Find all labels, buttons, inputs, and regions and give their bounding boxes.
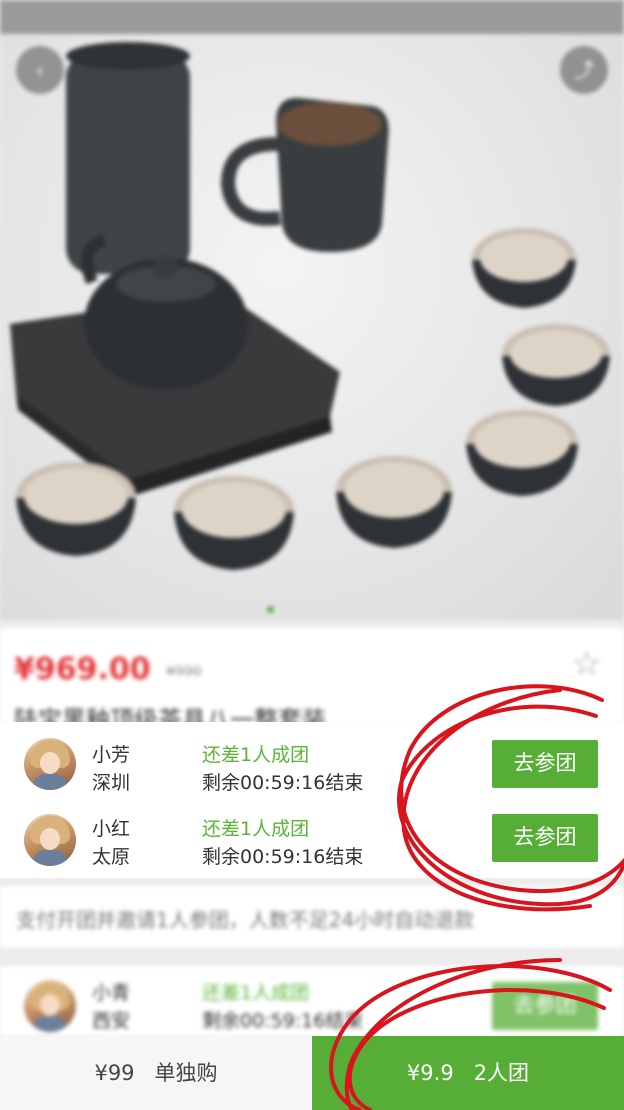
- avatar: [24, 738, 76, 790]
- notice-text: 支付开团并邀请1人参团，人数不足24小时自动退款: [16, 908, 475, 932]
- avatar: [24, 980, 76, 1032]
- user-city: 西安: [92, 1010, 131, 1032]
- single-label: 单独购: [154, 1061, 218, 1085]
- partial-group-row: 小青 西安 还差1人成团 剩余00:59:16结束 去参团: [0, 966, 624, 1036]
- need-count: 还差1人成团: [202, 982, 310, 1004]
- group-price: ¥9.9: [406, 1061, 454, 1085]
- status-bar: [0, 0, 624, 34]
- back-icon[interactable]: ‹: [16, 46, 64, 94]
- buy-group-button[interactable]: ¥9.9 2人团: [312, 1036, 624, 1110]
- carousel-dot-active: [267, 606, 274, 613]
- star-icon[interactable]: ☆: [572, 644, 602, 684]
- background-page: ‹ ⤴ ¥969.00 ¥990 ☆ 陆宝黑釉顶级茶具八一整套装 支付开团并邀请…: [0, 0, 624, 1110]
- original-price: ¥990: [166, 664, 202, 680]
- join-group-button[interactable]: 去参团: [492, 982, 598, 1030]
- group-label: 2人团: [473, 1061, 530, 1085]
- remaining-time: 剩余00:59:16结束: [202, 772, 364, 794]
- remaining-time: 剩余00:59:16结束: [202, 846, 364, 868]
- group-row: 小红 太原 还差1人成团 剩余00:59:16结束 去参团: [0, 802, 624, 878]
- avatar: [24, 814, 76, 866]
- user-name: 小青: [92, 982, 131, 1004]
- user-city: 深圳: [92, 772, 131, 794]
- carousel-dots: [264, 598, 277, 617]
- tea-set-illustration: [10, 42, 610, 570]
- single-price: ¥99: [94, 1061, 135, 1085]
- group-list-popup: 小芳 深圳 还差1人成团 剩余00:59:16结束 去参团 小红 太原 还差1人…: [0, 722, 624, 878]
- user-name: 小芳: [92, 744, 131, 766]
- group-row: 小芳 深圳 还差1人成团 剩余00:59:16结束 去参团: [0, 726, 624, 802]
- need-count: 还差1人成团: [202, 818, 310, 840]
- product-info: ¥969.00 ¥990 ☆ 陆宝黑釉顶级茶具八一整套装: [0, 628, 624, 734]
- product-image: ‹ ⤴: [0, 34, 624, 620]
- bottom-action-bar: ¥99 单独购 ¥9.9 2人团: [0, 1036, 624, 1110]
- need-count: 还差1人成团: [202, 744, 310, 766]
- user-city: 太原: [92, 846, 131, 868]
- user-name: 小红: [92, 818, 131, 840]
- remaining-time: 剩余00:59:16结束: [202, 1010, 364, 1032]
- group-rule-notice: 支付开团并邀请1人参团，人数不足24小时自动退款: [0, 886, 624, 948]
- share-icon[interactable]: ⤴: [560, 46, 608, 94]
- product-price: ¥969.00: [14, 652, 151, 687]
- join-group-button[interactable]: 去参团: [492, 740, 598, 788]
- join-group-button[interactable]: 去参团: [492, 814, 598, 862]
- buy-single-button[interactable]: ¥99 单独购: [0, 1036, 312, 1110]
